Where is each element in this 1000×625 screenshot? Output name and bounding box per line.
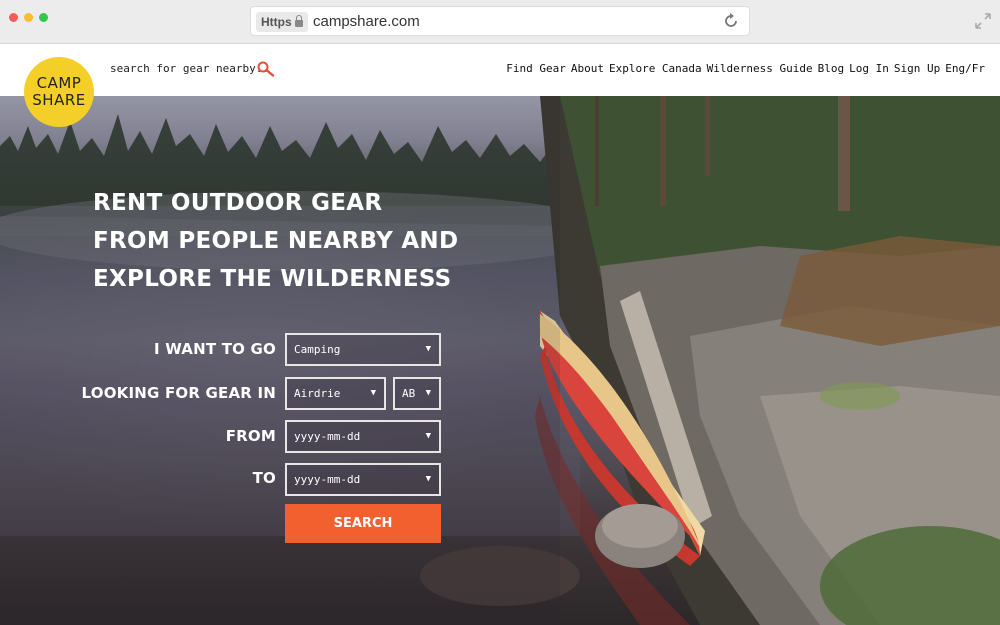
headline-line-2: FROM PEOPLE NEARBY AND: [93, 228, 459, 254]
hero-section: RENT OUTDOOR GEAR FROM PEOPLE NEARBY AND…: [0, 96, 1000, 625]
campshare-logo[interactable]: CAMP SHARE: [24, 57, 94, 127]
chevron-down-icon: ▼: [425, 344, 431, 354]
nav-blog[interactable]: Blog: [818, 62, 845, 75]
minimize-window-button[interactable]: [24, 13, 33, 22]
main-nav: Find Gear About Explore Canada Wildernes…: [506, 62, 985, 75]
nav-log-in[interactable]: Log In: [849, 62, 889, 75]
hero-background-image: [0, 96, 1000, 625]
to-date-select[interactable]: yyyy-mm-dd ▼: [285, 463, 441, 496]
reload-icon[interactable]: [721, 11, 741, 31]
nav-language-toggle[interactable]: Eng/Fr: [945, 62, 985, 75]
search-icon[interactable]: [256, 61, 276, 77]
close-window-button[interactable]: [9, 13, 18, 22]
nav-find-gear[interactable]: Find Gear: [506, 62, 566, 75]
nav-sign-up[interactable]: Sign Up: [894, 62, 940, 75]
activity-select[interactable]: Camping ▼: [285, 333, 441, 366]
logo-line-1: CAMP: [36, 74, 82, 92]
hero-headline: RENT OUTDOOR GEAR FROM PEOPLE NEARBY AND…: [93, 184, 458, 298]
to-date-value: yyyy-mm-dd: [294, 473, 361, 486]
province-select[interactable]: AB ▼: [393, 377, 441, 410]
activity-label: I WANT TO GO: [154, 340, 276, 358]
location-label: LOOKING FOR GEAR IN: [81, 384, 276, 402]
address-bar[interactable]: https campshare.com: [250, 6, 750, 36]
from-date-select[interactable]: yyyy-mm-dd ▼: [285, 420, 441, 453]
logo-line-2: SHARE: [32, 91, 86, 109]
from-date-value: yyyy-mm-dd: [294, 430, 361, 443]
nav-explore-canada[interactable]: Explore Canada: [609, 62, 702, 75]
headline-line-1: RENT OUTDOOR GEAR: [93, 190, 383, 216]
nav-about[interactable]: About: [571, 62, 604, 75]
city-value: Airdrie: [294, 387, 341, 400]
maximize-window-button[interactable]: [39, 13, 48, 22]
to-label: TO: [252, 469, 276, 487]
fullscreen-icon[interactable]: [974, 12, 992, 30]
chevron-down-icon: ▼: [425, 388, 431, 398]
chevron-down-icon: ▼: [370, 388, 376, 398]
from-label: FROM: [225, 427, 276, 445]
chevron-down-icon: ▼: [425, 474, 431, 484]
https-badge: https: [256, 12, 308, 32]
protocol-label: https: [261, 15, 292, 29]
province-value: AB: [402, 387, 416, 400]
url-text: campshare.com: [313, 13, 420, 30]
nav-wilderness-guide[interactable]: Wilderness Guide: [707, 62, 813, 75]
chevron-down-icon: ▼: [425, 431, 431, 441]
gear-search-input[interactable]: search for gear nearby..: [110, 62, 269, 75]
browser-chrome: https campshare.com: [0, 0, 1000, 44]
activity-value: Camping: [294, 343, 341, 356]
site-header: CAMP SHARE search for gear nearby.. Find…: [0, 44, 1000, 127]
lock-icon: [294, 15, 303, 27]
search-button[interactable]: SEARCH: [285, 504, 441, 543]
city-select[interactable]: Airdrie ▼: [285, 377, 386, 410]
headline-line-3: EXPLORE THE WILDERNESS: [93, 266, 452, 292]
